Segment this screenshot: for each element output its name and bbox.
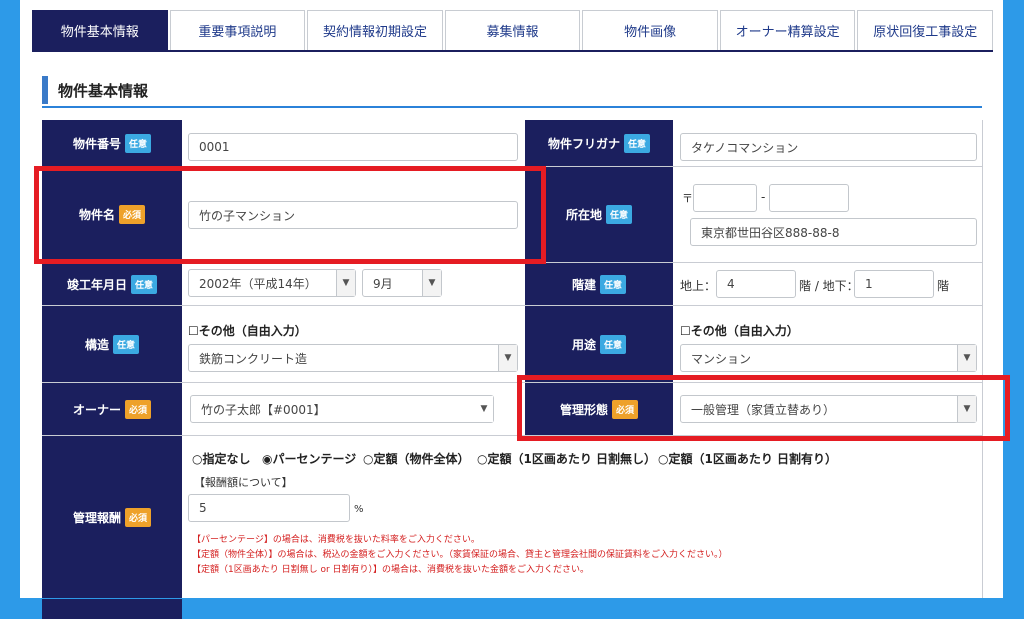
table-row: 竣工年月日 任意 2002年（平成14年） ▼ 9月 ▼ 階建 任意 地上： 4…	[42, 263, 982, 306]
fee-amount-input[interactable]: 5	[188, 494, 350, 522]
fee-option-none[interactable]: ○指定なし	[192, 450, 250, 467]
chevron-down-icon: ▼	[336, 270, 355, 296]
fee-option-fixed-per-unit-prorated[interactable]: ○定額（1区画あたり 日割有り）	[658, 450, 837, 467]
fee-note: 【定額（物件全体）】の場合は、税込の金額をご入力ください。（家賃保証の場合、貸主…	[192, 550, 728, 560]
fee-option-fixed-total[interactable]: ○定額（物件全体）	[363, 450, 469, 467]
tab-bar: 物件基本情報 重要事項説明 契約情報初期設定 募集情報 物件画像 オーナー精算設…	[32, 10, 994, 52]
optional-badge: 任意	[600, 274, 627, 294]
table-row: 管理報酬 必須 ○指定なし ◉パーセンテージ ○定額（物件全体） ○定額（1区画…	[42, 436, 982, 598]
tab-contract-defaults[interactable]: 契約情報初期設定	[307, 10, 443, 50]
fee-option-fixed-per-unit[interactable]: ○定額（1区画あたり 日割無し）	[477, 450, 656, 467]
optional-badge: 任意	[125, 133, 152, 153]
fee-unit: %	[354, 504, 364, 515]
optional-badge: 任意	[600, 334, 627, 354]
floors-above-label: 地上：	[680, 279, 717, 293]
section-heading: 物件基本情報	[42, 76, 982, 108]
fee-note: 【定額（1区画あたり 日割無し or 日割有り）】の場合は、消費税を抜いた金額を…	[192, 565, 590, 575]
postal-code-second-input[interactable]	[769, 184, 849, 212]
chevron-down-icon: ▼	[498, 345, 517, 371]
label-floors: 階建 任意	[525, 263, 673, 305]
address-input[interactable]: 東京都世田谷区888-88-8	[690, 218, 977, 246]
table-right-border	[982, 120, 983, 598]
property-number-input[interactable]: 0001	[188, 133, 518, 161]
heading-accent-bar	[42, 76, 48, 104]
usage-other-checkbox[interactable]: ☐その他（自由入力）	[680, 322, 799, 339]
tab-images[interactable]: 物件画像	[582, 10, 718, 50]
optional-badge: 任意	[624, 133, 651, 153]
tab-important-matters[interactable]: 重要事項説明	[169, 10, 306, 50]
completion-year-select[interactable]: 2002年（平成14年） ▼	[188, 269, 356, 297]
chevron-down-icon: ▼	[957, 345, 976, 371]
section-title: 物件基本情報	[58, 82, 149, 100]
tab-restoration[interactable]: 原状回復工事設定	[857, 10, 994, 50]
fee-note: 【パーセンテージ】の場合は、消費税を抜いた料率をご入力ください。	[192, 535, 480, 545]
label-usage: 用途 任意	[525, 306, 673, 382]
floors-below-input[interactable]: 1	[854, 270, 934, 298]
floors-suffix: 階	[937, 279, 950, 293]
label-address: 所在地 任意	[525, 167, 673, 262]
required-badge: 必須	[125, 507, 152, 527]
label-structure: 構造 任意	[42, 306, 182, 382]
fee-amount-sublabel: 【報酬額について】	[194, 476, 293, 489]
fee-option-percentage[interactable]: ◉パーセンテージ	[262, 450, 356, 467]
structure-other-checkbox[interactable]: ☐その他（自由入力）	[188, 322, 307, 339]
postal-mark: 〒	[682, 192, 693, 205]
structure-select[interactable]: 鉄筋コンクリート造 ▼	[188, 344, 518, 372]
caret-down-icon: ▼	[475, 396, 493, 422]
tab-recruitment[interactable]: 募集情報	[444, 10, 581, 50]
tab-owner-settlement[interactable]: オーナー精算設定	[719, 10, 856, 50]
label-completion-date: 竣工年月日 任意	[42, 263, 182, 305]
main-panel: 物件基本情報 重要事項説明 契約情報初期設定 募集情報 物件画像 オーナー精算設…	[20, 0, 1010, 619]
chevron-down-icon: ▼	[422, 270, 441, 296]
label-property-kana: 物件フリガナ 任意	[525, 120, 673, 166]
tab-basic-info[interactable]: 物件基本情報	[32, 10, 168, 50]
optional-badge: 任意	[113, 334, 140, 354]
floors-above-input[interactable]: 4	[716, 270, 796, 298]
table-row: 物件番号 任意 0001 物件フリガナ 任意 タケノコマンション	[42, 120, 982, 167]
tab-underline	[32, 50, 993, 52]
usage-select[interactable]: マンション ▼	[680, 344, 977, 372]
label-owner: オーナー 必須	[42, 383, 182, 435]
postal-code-first-input[interactable]	[693, 184, 757, 212]
completion-month-select[interactable]: 9月 ▼	[362, 269, 442, 297]
label-next-row	[42, 599, 182, 619]
table-row: 構造 任意 ☐その他（自由入力） 鉄筋コンクリート造 ▼ 用途 任意 ☐その他（…	[42, 306, 982, 383]
required-badge: 必須	[125, 399, 152, 419]
optional-badge: 任意	[606, 205, 633, 224]
owner-select[interactable]: 竹の子太郎【#0001】 ▼	[190, 395, 494, 423]
floors-below-label: 階 / 地下：	[799, 279, 859, 293]
highlight-property-name	[34, 166, 546, 264]
highlight-management-type	[517, 375, 1010, 441]
property-kana-input[interactable]: タケノコマンション	[680, 133, 977, 161]
optional-badge: 任意	[131, 274, 158, 294]
postal-separator: -	[761, 190, 766, 204]
label-property-number: 物件番号 任意	[42, 120, 182, 166]
label-management-fee: 管理報酬 必須	[42, 436, 182, 598]
